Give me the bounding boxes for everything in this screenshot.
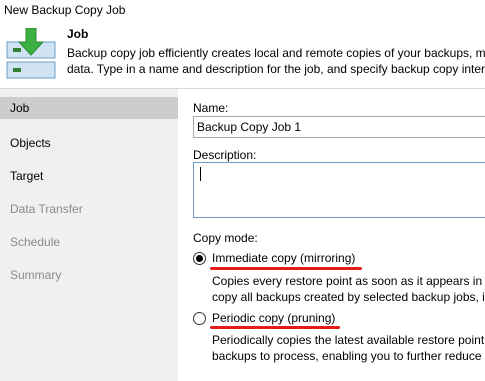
wizard-steps-sidebar: Job Objects Target Data Transfer Schedul… <box>0 89 178 381</box>
backup-copy-icon <box>6 28 56 79</box>
annotation-underline-periodic <box>210 326 340 329</box>
page-description-line-1: Backup copy job efficiently creates loca… <box>67 46 485 60</box>
window-title: New Backup Copy Job <box>4 3 126 17</box>
name-label: Name: <box>193 101 229 115</box>
sidebar-item-schedule: Schedule <box>10 235 61 249</box>
page-description-line-2: data. Type in a name and description for… <box>67 62 485 76</box>
immediate-copy-label[interactable]: Immediate copy (mirroring) <box>212 251 355 265</box>
annotation-underline-immediate <box>210 267 362 270</box>
name-field[interactable]: Backup Copy Job 1 <box>193 116 485 138</box>
sidebar-item-job[interactable]: Job <box>0 97 178 119</box>
periodic-copy-radio[interactable] <box>193 312 206 325</box>
immediate-copy-description-line-2: copy all backups created by selected bac… <box>212 290 485 304</box>
radio-selected-dot <box>196 255 203 262</box>
text-caret <box>200 167 201 181</box>
description-label: Description: <box>193 148 257 162</box>
periodic-copy-description-line-2: backups to process, enabling you to furt… <box>212 349 485 363</box>
periodic-copy-description: Periodically copies the latest available… <box>212 332 485 364</box>
page-description: Backup copy job efficiently creates loca… <box>67 45 485 77</box>
wizard-header: Job Backup copy job efficiently creates … <box>0 22 485 88</box>
immediate-copy-description-line-1: Copies every restore point as soon as it… <box>212 274 485 288</box>
periodic-copy-label[interactable]: Periodic copy (pruning) <box>212 311 335 325</box>
sidebar-item-target[interactable]: Target <box>0 165 178 187</box>
page-title: Job <box>67 27 89 41</box>
copy-mode-label: Copy mode: <box>193 231 258 245</box>
periodic-copy-description-line-1: Periodically copies the latest available… <box>212 333 485 347</box>
immediate-copy-description: Copies every restore point as soon as it… <box>212 273 485 305</box>
description-field[interactable] <box>193 162 485 218</box>
sidebar-item-objects[interactable]: Objects <box>0 132 178 154</box>
sidebar-item-summary: Summary <box>10 268 62 282</box>
immediate-copy-radio[interactable] <box>193 252 206 265</box>
sidebar-item-data-transfer: Data Transfer <box>10 202 83 216</box>
